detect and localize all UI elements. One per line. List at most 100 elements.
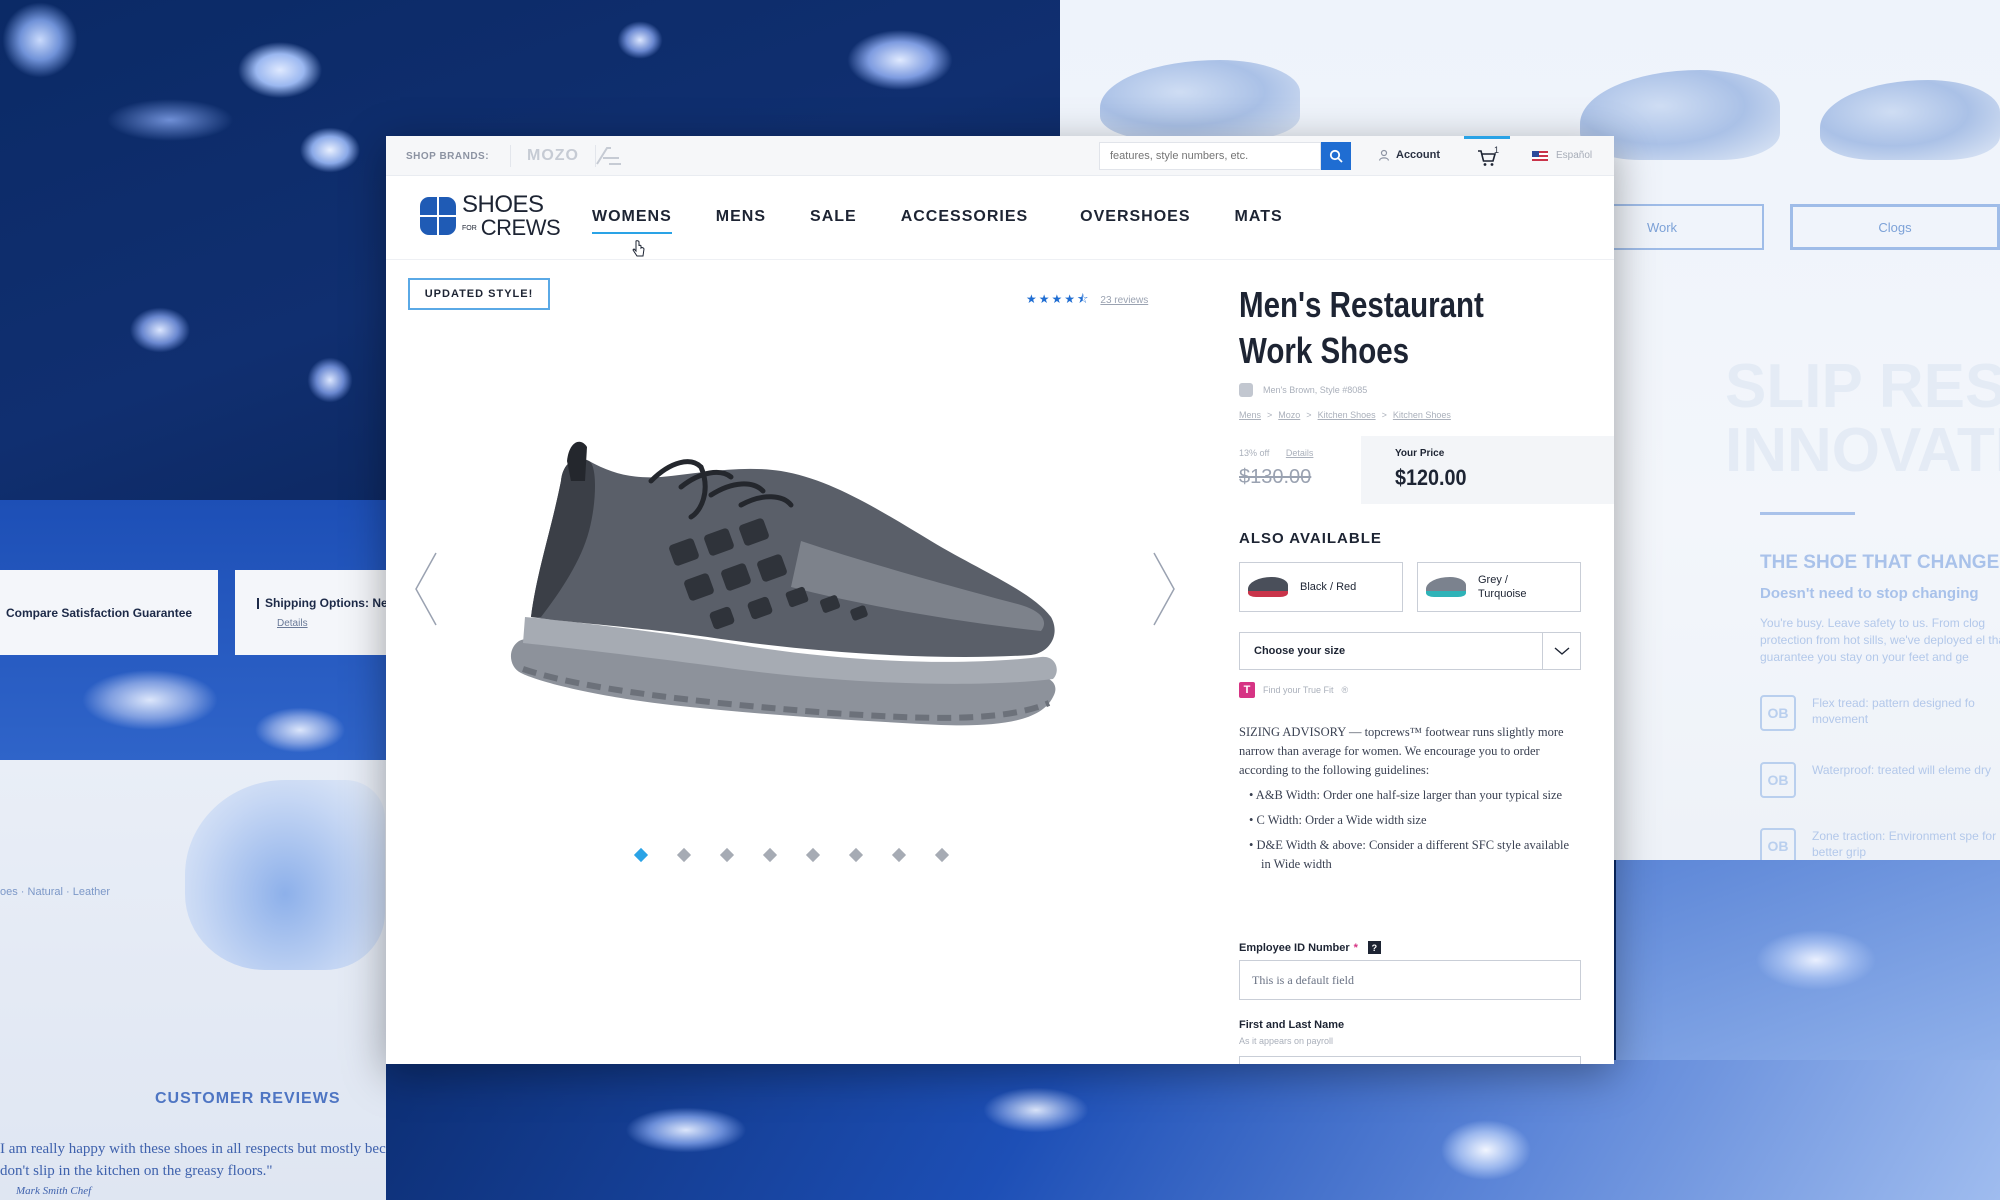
brand-mark-icon [1239,383,1253,397]
also-available-heading: ALSO AVAILABLE [1239,530,1382,547]
logo-word-for: FOR [462,224,477,232]
gallery-dot[interactable] [934,847,950,863]
brand-mozo-link[interactable]: MOZO [510,145,596,167]
sizing-guidelines: • A&B Width: Order one half-size larger … [1239,786,1581,874]
cart-button[interactable]: 1 [1464,136,1510,176]
breadcrumb-link[interactable]: Mens [1239,410,1261,420]
language-switch[interactable]: Español [1532,150,1592,161]
your-price-amount: $120.00 [1395,465,1467,490]
search-icon [1329,149,1343,163]
true-fit-icon: T [1239,682,1255,698]
hero-subheading: Doesn't need to stop changing [1760,585,1979,602]
sizing-guideline: • A&B Width: Order one half-size larger … [1249,788,1563,802]
sizing-advisory-text: SIZING ADVISORY — topcrews™ footwear run… [1239,725,1564,777]
background-marble-bottom [386,1060,2000,1200]
shipping-details-link: Details [277,618,308,629]
main-header: SHOES FOR CREWS WOMENS MENS SALE ACCESSO… [386,176,1614,260]
size-dropdown-button[interactable] [1542,633,1580,669]
breadcrumb: Mens > Mozo > Kitchen Shoes > Kitchen Sh… [1239,410,1451,420]
discount-details-link[interactable]: Details [1286,448,1314,458]
primary-nav: WOMENS MENS SALE ACCESSORIES OVERSHOES M… [592,208,1327,234]
breadcrumb-separator: > [1306,410,1312,420]
nav-item-overshoes[interactable]: OVERSHOES [1080,208,1190,232]
updated-style-badge: UPDATED STYLE! [408,278,550,310]
us-flag-icon [1532,150,1548,161]
variant-thumbnail [1248,577,1288,597]
ghost-hero-title: SLIP RESIS INNOVATIO [1725,352,2000,485]
nav-item-accessories[interactable]: ACCESSORIES [901,208,1028,232]
product-page-window: SHOP BRANDS: MOZO Account [386,136,1614,1064]
shoes-for-crews-logo[interactable]: SHOES FOR CREWS [420,191,561,239]
nav-item-mens[interactable]: MENS [716,208,766,232]
ob-icon: OB [1760,762,1796,798]
your-price-box: Your Price $120.00 [1361,436,1614,504]
ghost-shoe-image [1100,60,1300,140]
gallery-prev-button[interactable] [412,551,440,627]
search-input[interactable] [1099,142,1321,170]
variant-grey-turquoise[interactable]: Grey / Turquoise [1417,562,1581,612]
nav-item-sale[interactable]: SALE [810,208,857,232]
ghost-shoe-image [185,780,385,970]
product-rating[interactable]: ★★★★⯪ 23 reviews [1026,290,1148,311]
size-select-value: Choose your size [1254,645,1346,657]
employee-id-field[interactable] [1239,960,1581,1000]
ob-icon: OB [1760,828,1796,860]
chevron-right-icon [1153,552,1175,626]
feature-item: OB Waterproof: treated will eleme dry [1760,762,2000,798]
feature-item: OB Zone traction: Environment spe for be… [1760,828,2000,860]
true-fit-registered-mark: ® [1341,685,1349,695]
brand-ace-link[interactable] [593,144,623,168]
feature-text: Waterproof: treated will eleme dry [1812,763,1991,777]
true-fit-label: Find your True Fit [1263,685,1334,695]
sizing-guideline: • C Width: Order a Wide width size [1249,813,1427,827]
account-label: Account [1396,149,1440,161]
original-price: 13% off Details $130.00 [1239,448,1313,489]
gallery-dot[interactable] [719,847,735,863]
logo-mark-icon [420,197,456,235]
product-style-meta: Men's Brown, Style #8085 [1239,383,1367,397]
help-icon[interactable]: ? [1367,941,1381,954]
gallery-dot[interactable] [762,847,778,863]
employee-id-label: Employee ID Number * ? [1239,941,1381,954]
variant-thumbnail [1426,577,1466,597]
breadcrumb-separator: > [1381,410,1387,420]
logo-word-shoes: SHOES [462,191,544,218]
breadcrumb-link[interactable]: Mozo [1278,410,1300,420]
gallery-dot[interactable] [676,847,692,863]
review-author: Mark Smith Chef [16,1185,92,1197]
variant-black-red[interactable]: Black / Red [1239,562,1403,612]
breadcrumb-link[interactable]: Kitchen Shoes [1318,410,1376,420]
discount-label: 13% off [1239,448,1270,458]
shipping-text: Shipping Options: Next D [257,596,386,610]
background-blue-band: Compare Satisfaction Guarantee Shipping … [0,500,386,760]
cart-count: 1 [1494,145,1500,155]
size-select[interactable]: Choose your size [1239,632,1581,670]
shipping-label: Shipping Options: Next D [265,596,386,610]
required-marker: * [1353,941,1358,954]
logo-wordmark: SHOES FOR CREWS [462,191,561,239]
gallery-dot[interactable] [805,847,821,863]
true-fit-link[interactable]: T Find your True Fit ® [1239,682,1348,698]
nav-item-mats[interactable]: MATS [1235,208,1283,232]
was-price: $130.00 [1239,466,1312,488]
user-icon [1378,149,1390,161]
reviews-link[interactable]: 23 reviews [1100,295,1148,306]
name-field[interactable] [1239,1056,1581,1064]
guarantee-card: Compare Satisfaction Guarantee [0,570,218,655]
search-button[interactable] [1321,142,1351,170]
chevron-down-icon [1554,647,1569,655]
gallery-dot[interactable] [848,847,864,863]
your-price-label: Your Price [1395,448,1445,459]
utility-bar: SHOP BRANDS: MOZO Account [386,136,1614,176]
account-link[interactable]: Account [1378,149,1440,161]
background-reviews-section: oes · Natural · Leather CUSTOMER REVIEWS… [0,760,386,1200]
gallery-dot[interactable] [891,847,907,863]
gallery-dot[interactable] [633,847,649,863]
review-quote: I am really happy with these shoes in al… [0,1141,386,1179]
gallery-next-button[interactable] [1150,551,1178,627]
breadcrumb-link[interactable]: Kitchen Shoes [1393,410,1451,420]
hero-heading: THE SHOE THAT CHANGED [1760,552,2000,573]
ob-icon: OB [1760,695,1796,731]
nav-item-womens[interactable]: WOMENS [592,208,672,234]
product-shoe-image [510,441,1057,726]
